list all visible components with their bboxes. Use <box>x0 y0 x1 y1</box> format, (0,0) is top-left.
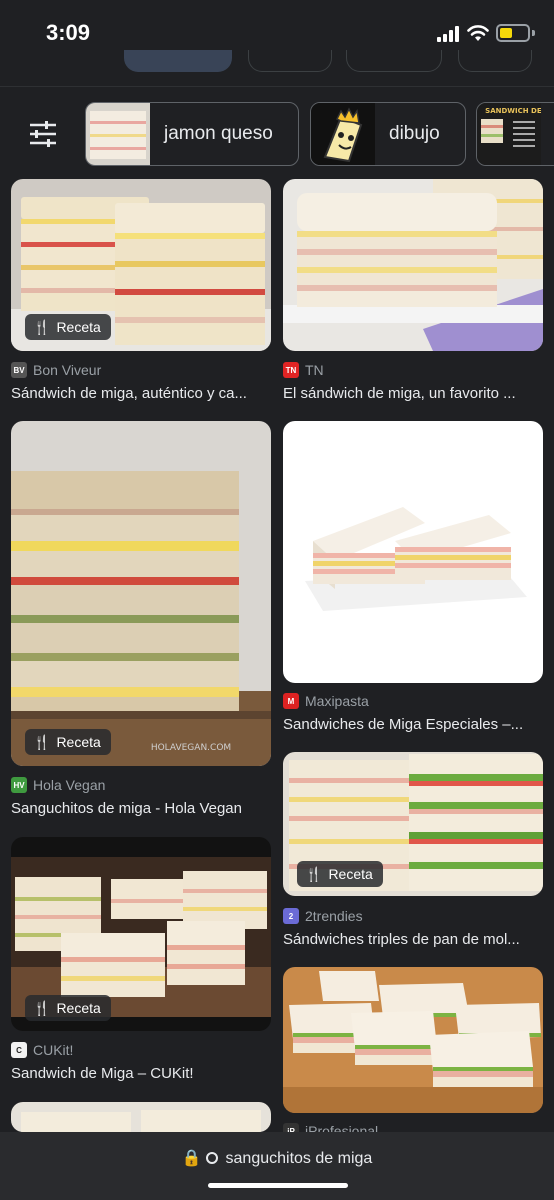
address-bar[interactable]: 🔒 sanguchitos de miga <box>0 1132 554 1200</box>
result-source: C CUKit! <box>11 1042 73 1058</box>
chip-jamon-queso[interactable]: jamon queso <box>85 102 299 166</box>
tab[interactable] <box>458 50 532 72</box>
recipe-badge: 🍴 Receta <box>25 995 111 1021</box>
result-source: TN TN <box>283 362 324 378</box>
recipe-badge-label: Receta <box>56 734 101 750</box>
result-card[interactable]: iP iProfesional <box>283 967 543 1139</box>
battery-nub <box>532 30 535 36</box>
cellular-signal-icon <box>437 26 459 42</box>
cartoon-sandwich-thumbnail <box>311 103 375 165</box>
cukit-favicon-icon: C <box>11 1042 27 1058</box>
result-card[interactable]: TN TN El sándwich de miga, un favorito .… <box>283 179 545 402</box>
fork-knife-icon: 🍴 <box>33 318 51 335</box>
recipe-badge-label: Receta <box>56 319 101 335</box>
image-watermark: HOLAVEGAN.COM <box>151 743 231 753</box>
result-title[interactable]: El sándwich de miga, un favorito ... <box>283 385 545 402</box>
result-image[interactable] <box>283 967 543 1113</box>
recipe-badge-label: Receta <box>328 866 373 882</box>
source-name: Hola Vegan <box>33 777 106 793</box>
source-name: CUKit! <box>33 1042 74 1058</box>
result-source: M Maxipasta <box>283 693 369 709</box>
lock-icon: 🔒 <box>181 1150 202 1167</box>
recipe-badge-label: Receta <box>56 1000 101 1016</box>
result-image[interactable]: HOLAVEGAN.COM <box>11 421 271 766</box>
result-title[interactable]: Sanguchitos de miga - Hola Vegan <box>11 800 273 817</box>
tune-icon[interactable] <box>26 118 60 150</box>
source-name: Maxipasta <box>305 693 369 709</box>
status-time: 3:09 <box>46 20 91 45</box>
recipe-badge: 🍴 Receta <box>25 314 111 340</box>
result-card[interactable]: 🍴 Receta BV Bon Viveur Sándwich de miga,… <box>11 179 273 402</box>
result-source: 2 2trendies <box>283 908 363 924</box>
result-image[interactable] <box>11 1102 271 1132</box>
recipe-badge: 🍴 Receta <box>25 729 111 755</box>
source-name: TN <box>305 362 324 378</box>
2trendies-favicon-icon: 2 <box>283 908 299 924</box>
tab-active[interactable] <box>124 50 232 72</box>
holavegan-favicon-icon: HV <box>11 777 27 793</box>
result-card[interactable]: HOLAVEGAN.COM 🍴 Receta HV Hola Vegan San… <box>11 421 271 821</box>
wifi-icon <box>467 25 489 41</box>
maxipasta-favicon-icon: M <box>283 693 299 709</box>
fork-knife-icon: 🍴 <box>305 865 323 882</box>
chip-label: jamon queso <box>164 123 273 144</box>
header-divider <box>0 86 554 87</box>
result-card[interactable]: 🍴 Receta C CUKit! Sandwich de Miga – CUK… <box>11 837 271 1087</box>
chip-label: dibujo <box>389 123 440 144</box>
battery-icon <box>496 24 530 42</box>
result-image[interactable] <box>283 179 543 351</box>
tab[interactable] <box>248 50 332 72</box>
home-indicator[interactable] <box>208 1183 348 1188</box>
result-title[interactable]: Sandwiches de Miga Especiales –... <box>283 716 545 733</box>
result-source: BV Bon Viveur <box>11 362 101 378</box>
result-card[interactable] <box>11 1102 271 1132</box>
related-searches-row: jamon queso dibujo SANDWICH DE MIGA <box>0 100 554 168</box>
tn-favicon-icon: TN <box>283 362 299 378</box>
bonviveur-favicon-icon: BV <box>11 362 27 378</box>
fork-knife-icon: 🍴 <box>33 733 51 750</box>
recipe-badge: 🍴 Receta <box>297 861 383 887</box>
result-title[interactable]: Sándwich de miga, auténtico y ca... <box>11 385 273 402</box>
result-card[interactable]: 🍴 Receta 2 2trendies Sándwiches triples … <box>283 752 543 952</box>
source-name: Bon Viveur <box>33 362 102 378</box>
chip-dibujo[interactable]: dibujo <box>310 102 466 166</box>
result-title[interactable]: Sándwiches triples de pan de mol... <box>283 931 545 948</box>
sandwich-menu-text: SANDWICH DE MIGA <box>485 107 541 115</box>
source-name: 2trendies <box>305 908 363 924</box>
address-bar-url[interactable]: 🔒 sanguchitos de miga <box>0 1148 554 1168</box>
sandwich-menu-thumbnail: SANDWICH DE MIGA <box>477 103 541 165</box>
tab[interactable] <box>346 50 442 72</box>
battery-level <box>500 28 512 38</box>
result-title[interactable]: Sandwich de Miga – CUKit! <box>11 1065 273 1082</box>
result-image[interactable] <box>283 421 543 683</box>
sandwich-thumbnail <box>86 103 150 165</box>
tab-strip <box>0 50 554 90</box>
chip-sandwich-de-miga[interactable]: SANDWICH DE MIGA <box>476 102 554 166</box>
result-card[interactable]: M Maxipasta Sandwiches de Miga Especiale… <box>283 421 543 741</box>
address-bar-text: sanguchitos de miga <box>225 1150 373 1167</box>
search-icon <box>206 1152 219 1164</box>
result-source: HV Hola Vegan <box>11 777 105 793</box>
fork-knife-icon: 🍴 <box>33 999 51 1016</box>
